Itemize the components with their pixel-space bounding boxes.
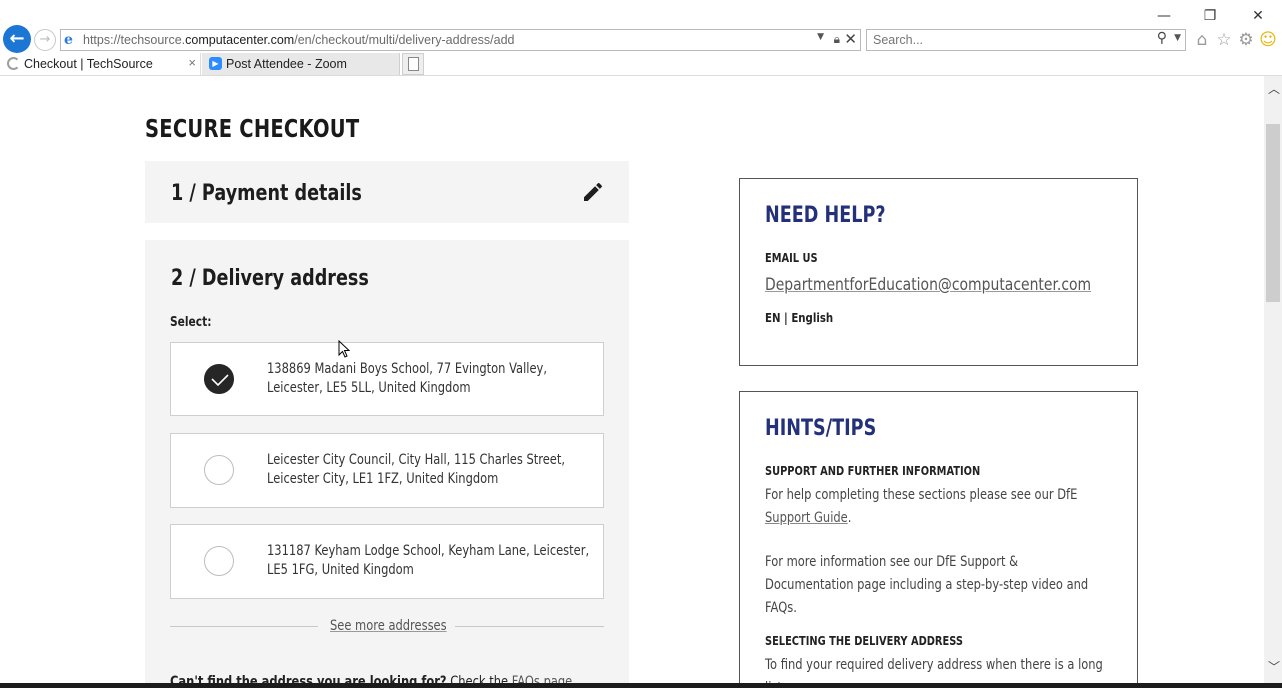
mouse-cursor-icon bbox=[338, 340, 350, 358]
new-tab-button[interactable] bbox=[402, 53, 424, 75]
loading-icon bbox=[7, 57, 20, 70]
tab-label: Post Attendee - Zoom bbox=[226, 57, 347, 71]
support-paragraph: For help completing these sections pleas… bbox=[765, 484, 1109, 530]
page-content: SECURE CHECKOUT 1 / Payment details 2 / … bbox=[0, 76, 1264, 683]
home-icon[interactable]: ⌂ bbox=[1192, 30, 1212, 50]
lock-icon[interactable]: 🔒︎ bbox=[834, 32, 840, 47]
new-tab-icon bbox=[408, 57, 419, 71]
vertical-scrollbar[interactable]: ︿ ﹀ bbox=[1264, 76, 1282, 683]
browser-chrome: — ❐ ✕ ← → e https://techsource.computace… bbox=[0, 0, 1282, 76]
address-line-1: 138869 Madani Boys School, 77 Evington V… bbox=[267, 361, 547, 377]
cant-find-text: Check the bbox=[446, 674, 512, 683]
scroll-down-icon[interactable]: ﹀ bbox=[1268, 658, 1280, 675]
need-help-box: NEED HELP? EMAIL US DepartmentforEducati… bbox=[739, 178, 1138, 366]
search-dropdown-icon[interactable]: ▼ bbox=[1174, 33, 1181, 43]
scroll-up-icon[interactable]: ︿ bbox=[1268, 80, 1280, 97]
address-option[interactable]: 131187 Keyham Lodge School, Keyham Lane,… bbox=[170, 524, 604, 599]
faqs-link[interactable]: FAQs page bbox=[512, 674, 573, 683]
taskbar-edge bbox=[0, 683, 1282, 688]
language-selector[interactable]: EN | English bbox=[765, 311, 833, 325]
stop-icon[interactable]: ✕ bbox=[844, 30, 857, 48]
close-icon[interactable]: ✕ bbox=[1243, 6, 1273, 26]
delivery-address-title: 2 / Delivery address bbox=[171, 266, 369, 291]
pencil-edit-icon[interactable] bbox=[581, 180, 605, 204]
scroll-thumb[interactable] bbox=[1266, 124, 1280, 302]
cant-find-bold: Can't find the address you are looking f… bbox=[170, 674, 447, 683]
selecting-delivery-label: SELECTING THE DELIVERY ADDRESS bbox=[765, 634, 963, 648]
hints-tips-box: HINTS/TIPS SUPPORT AND FURTHER INFORMATI… bbox=[739, 391, 1138, 683]
support-label: SUPPORT AND FURTHER INFORMATION bbox=[765, 464, 981, 478]
address-option[interactable]: 138869 Madani Boys School, 77 Evington V… bbox=[170, 342, 604, 416]
tab-zoom[interactable]: ▶ Post Attendee - Zoom bbox=[202, 53, 400, 75]
page-title: SECURE CHECKOUT bbox=[145, 114, 360, 143]
address-line-2: Leicester, LE5 5LL, United Kingdom bbox=[267, 380, 471, 396]
support-guide-link[interactable]: Support Guide bbox=[765, 510, 848, 526]
documentation-paragraph: For more information see our DfE Support… bbox=[765, 554, 1089, 616]
address-line-1: 131187 Keyham Lodge School, Keyham Lane,… bbox=[267, 543, 590, 559]
radio-unchecked[interactable] bbox=[204, 455, 234, 485]
address-dropdown-icon[interactable]: ▼ bbox=[817, 32, 824, 42]
address-line-2: Leicester City, LE1 1FZ, United Kingdom bbox=[267, 471, 499, 487]
ie-page-icon: e bbox=[64, 32, 73, 48]
back-button[interactable]: ← bbox=[3, 25, 31, 53]
email-us-label: EMAIL US bbox=[765, 251, 818, 265]
zoom-icon: ▶ bbox=[209, 57, 222, 70]
support-text: For help completing these sections pleas… bbox=[765, 487, 1078, 503]
radio-unchecked[interactable] bbox=[204, 546, 234, 576]
forward-button[interactable]: → bbox=[34, 29, 56, 51]
radio-checked[interactable] bbox=[204, 364, 234, 394]
restore-icon[interactable]: ❐ bbox=[1195, 6, 1225, 26]
payment-details-panel: 1 / Payment details bbox=[145, 161, 629, 223]
address-text: Leicester City Council, City Hall, 115 C… bbox=[267, 451, 565, 489]
address-option[interactable]: Leicester City Council, City Hall, 115 C… bbox=[170, 433, 604, 508]
tab-checkout[interactable]: Checkout | TechSource × bbox=[0, 53, 201, 75]
need-help-title: NEED HELP? bbox=[765, 203, 886, 228]
tab-label: Checkout | TechSource bbox=[24, 57, 153, 71]
search-icon[interactable]: ⚲ bbox=[1157, 30, 1167, 46]
address-line-1: Leicester City Council, City Hall, 115 C… bbox=[267, 452, 565, 468]
see-more-addresses-link[interactable]: See more addresses bbox=[330, 618, 447, 634]
support-text-end: . bbox=[847, 510, 852, 526]
tab-close-icon[interactable]: × bbox=[188, 55, 196, 70]
payment-details-title: 1 / Payment details bbox=[171, 181, 362, 206]
cant-find-address-text: Can't find the address you are looking f… bbox=[170, 674, 572, 683]
search-bar[interactable]: ⚲ ▼ bbox=[866, 29, 1186, 51]
divider bbox=[455, 626, 604, 627]
address-text: 131187 Keyham Lodge School, Keyham Lane,… bbox=[267, 542, 589, 580]
minimize-icon[interactable]: — bbox=[1149, 6, 1179, 26]
divider bbox=[170, 626, 318, 627]
favorites-star-icon[interactable]: ☆ bbox=[1214, 30, 1234, 50]
address-line-2: LE5 1FG, United Kingdom bbox=[267, 562, 414, 578]
address-text: 138869 Madani Boys School, 77 Evington V… bbox=[267, 360, 547, 398]
address-bar[interactable]: e https://techsource.computacenter.com/e… bbox=[60, 29, 861, 51]
url-text[interactable]: https://techsource.computacenter.com/en/… bbox=[83, 33, 515, 47]
gear-icon[interactable]: ⚙ bbox=[1236, 30, 1256, 50]
select-label: Select: bbox=[170, 315, 212, 330]
email-link[interactable]: DepartmentforEducation@computacenter.com bbox=[765, 275, 1091, 295]
smiley-feedback-icon[interactable]: ☺ bbox=[1258, 30, 1278, 50]
delivery-tip-paragraph: To find your required delivery address w… bbox=[765, 657, 1103, 683]
delivery-address-panel: 2 / Delivery address Select: 138869 Mada… bbox=[145, 240, 629, 683]
hints-tips-title: HINTS/TIPS bbox=[765, 416, 877, 441]
search-input[interactable] bbox=[873, 33, 1143, 47]
checkmark-icon bbox=[211, 374, 229, 387]
